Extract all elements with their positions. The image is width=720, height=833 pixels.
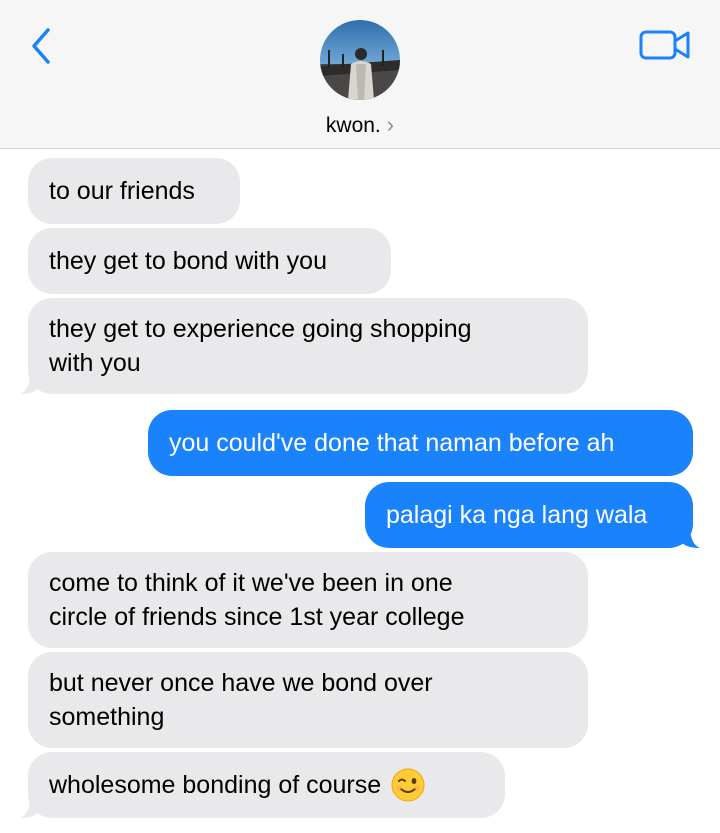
message-text-line: they get to experience going shopping (49, 315, 472, 343)
bubble-tail (20, 372, 40, 394)
message-text-line: but never once have we bond over (49, 669, 433, 697)
bubble-tail (680, 526, 700, 548)
message-text: to our friends (49, 177, 195, 205)
video-camera-icon (639, 30, 690, 60)
message-text-line: with you (49, 349, 141, 377)
message-text: palagi ka nga lang wala (386, 501, 648, 529)
message-bubble-incoming[interactable]: wholesome bonding of course (28, 752, 505, 818)
contact-avatar[interactable] (320, 20, 400, 100)
facetime-video-button[interactable] (638, 24, 692, 64)
contact-name-button[interactable]: kwon. › (0, 112, 720, 142)
chevron-left-icon (32, 28, 50, 64)
message-text-line: circle of friends since 1st year college (49, 603, 465, 631)
message-bubble-incoming[interactable]: but never once have we bond over somethi… (28, 652, 588, 748)
message-bubble-incoming[interactable]: to our friends (28, 158, 240, 224)
winking-face-emoji-icon (391, 768, 425, 802)
bubble-tail (20, 796, 40, 818)
message-bubble-incoming[interactable]: they get to bond with you (28, 228, 391, 294)
contact-name: kwon. (325, 114, 381, 137)
avatar-photo (320, 20, 400, 100)
message-text: you could've done that naman before ah (169, 429, 615, 457)
message-text: they get to bond with you (49, 247, 327, 275)
chevron-right-icon: › (386, 112, 395, 137)
message-bubble-incoming[interactable]: they get to experience going shopping wi… (28, 298, 588, 394)
conversation-header: kwon. › (0, 0, 720, 149)
message-text: wholesome bonding of course (49, 771, 382, 799)
message-text-line: come to think of it we've been in one (49, 569, 453, 597)
message-text-line: something (49, 703, 165, 731)
message-bubble-outgoing[interactable]: palagi ka nga lang wala (365, 482, 693, 548)
message-bubble-outgoing[interactable]: you could've done that naman before ah (148, 410, 693, 476)
back-button[interactable] (26, 24, 60, 68)
message-bubble-incoming[interactable]: come to think of it we've been in one ci… (28, 552, 588, 648)
